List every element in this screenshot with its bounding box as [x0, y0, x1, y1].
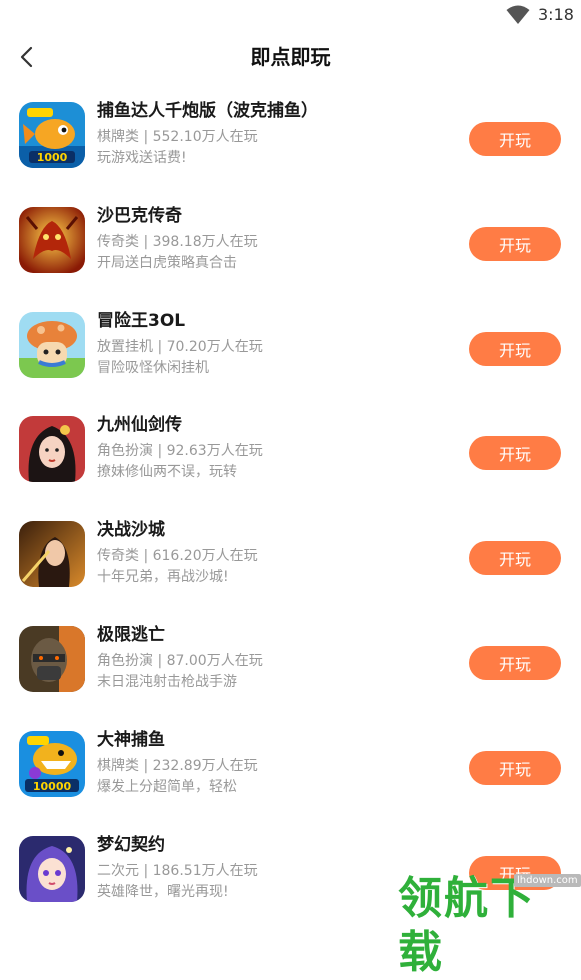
game-meta: 传奇类 | 398.18万人在玩: [97, 233, 258, 250]
game-row[interactable]: 极限逃亡 角色扮演 | 87.00万人在玩 末日混沌射击枪战手游 开玩: [0, 610, 581, 715]
game-meta: 棋牌类 | 232.89万人在玩: [97, 757, 258, 774]
play-button[interactable]: 开玩: [469, 541, 561, 576]
game-meta: 二次元 | 186.51万人在玩: [97, 862, 258, 879]
game-name: 极限逃亡: [97, 624, 165, 645]
game-row[interactable]: 冒险王3OL 放置挂机 | 70.20万人在玩 冒险吸怪休闲挂机 开玩: [0, 296, 581, 401]
game-desc: 开局送白虎策略真合击: [97, 254, 237, 271]
page-title: 即点即玩: [250, 45, 331, 69]
game-name: 决战沙城: [97, 520, 165, 541]
game-desc: 十年兄弟，再战沙城!: [97, 569, 229, 586]
game-list: 1000 捕鱼达人千炮版（波克捕鱼） 棋牌类 | 552.10万人在玩 玩游戏送…: [0, 86, 581, 924]
anime-girl-game-icon[interactable]: [19, 835, 85, 902]
game-row[interactable]: 1000 捕鱼达人千炮版（波克捕鱼） 棋牌类 | 552.10万人在玩 玩游戏送…: [0, 86, 581, 191]
game-desc: 撩妹修仙两不误，玩转: [97, 464, 237, 481]
svg-text:1000: 1000: [37, 151, 68, 164]
fairy-game-icon[interactable]: [19, 416, 85, 483]
game-name: 九州仙剑传: [97, 415, 182, 436]
play-button[interactable]: 开玩: [469, 122, 561, 156]
status-bar: 3:18: [0, 0, 581, 32]
game-meta: 棋牌类 | 552.10万人在玩: [97, 129, 258, 145]
play-button[interactable]: 开玩: [469, 645, 561, 680]
watermark-text: 领航下载: [398, 873, 536, 978]
game-row[interactable]: 决战沙城 传奇类 | 616.20万人在玩 十年兄弟，再战沙城! 开玩: [0, 505, 581, 610]
game-meta: 角色扮演 | 92.63万人在玩: [97, 443, 263, 460]
game-desc: 玩游戏送话费!: [97, 150, 187, 166]
watermark: 领航下载 lhdown.com: [398, 872, 581, 978]
game-name: 沙巴克传奇: [97, 205, 182, 226]
game-name: 冒险王3OL: [97, 310, 186, 331]
game-desc: 爆发上分超简单，轻松: [97, 778, 237, 795]
game-row[interactable]: 10000 大神捕鱼 棋牌类 | 232.89万人在玩 爆发上分超简单，轻松 开…: [0, 715, 581, 820]
play-button[interactable]: 开玩: [469, 331, 561, 366]
game-row[interactable]: 九州仙剑传 角色扮演 | 92.63万人在玩 撩妹修仙两不误，玩转 开玩: [0, 400, 581, 505]
game-row[interactable]: 沙巴克传奇 传奇类 | 398.18万人在玩 开局送白虎策略真合击 开玩: [0, 191, 581, 296]
play-button[interactable]: 开玩: [469, 750, 561, 785]
game-desc: 英雄降世，曙光再现!: [97, 883, 229, 900]
watermark-url: lhdown.com: [514, 874, 581, 887]
game-name: 捕鱼达人千炮版（波克捕鱼）: [97, 101, 318, 121]
play-button[interactable]: 开玩: [469, 226, 561, 261]
wifi-icon: [506, 5, 530, 24]
game-name: 梦幻契约: [97, 834, 165, 855]
play-button[interactable]: 开玩: [469, 436, 561, 471]
game-desc: 冒险吸怪休闲挂机: [97, 359, 209, 376]
game-meta: 传奇类 | 616.20万人在玩: [97, 548, 258, 565]
soldier-game-icon[interactable]: [19, 625, 85, 692]
dragon-game-icon[interactable]: [19, 206, 85, 273]
game-meta: 放置挂机 | 70.20万人在玩: [97, 338, 263, 355]
game-name: 大神捕鱼: [97, 729, 165, 750]
game-meta: 角色扮演 | 87.00万人在玩: [97, 652, 263, 669]
game-desc: 末日混沌射击枪战手游: [97, 673, 237, 690]
svg-text:10000: 10000: [33, 780, 72, 793]
status-time: 3:18: [538, 5, 574, 24]
header: 即点即玩: [0, 32, 581, 84]
shark-game-icon[interactable]: 10000: [19, 730, 85, 797]
mushroom-game-icon[interactable]: [19, 311, 85, 378]
fish-game-icon[interactable]: 1000: [19, 102, 85, 168]
warrior-game-icon[interactable]: [19, 521, 85, 588]
